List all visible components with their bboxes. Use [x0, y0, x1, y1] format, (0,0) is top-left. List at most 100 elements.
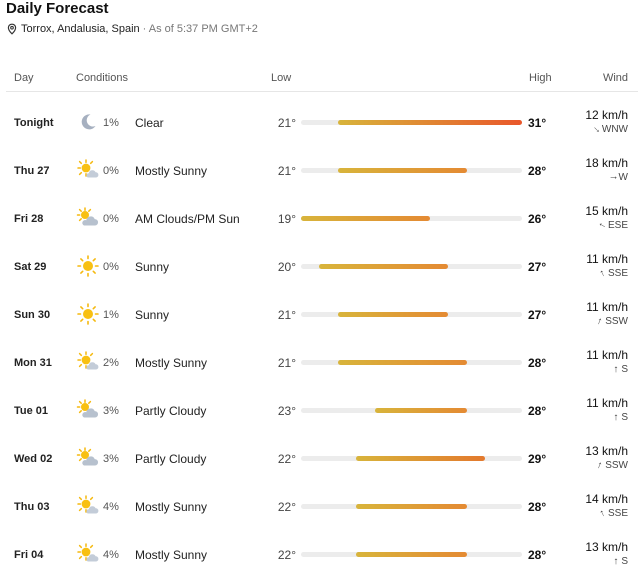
location-pin-icon [7, 23, 17, 35]
wind-speed: 11 km/h [586, 252, 628, 266]
wind-speed: 11 km/h [586, 348, 628, 362]
precip-chance: 1% [103, 309, 119, 321]
wind-direction: ↑ SSE [597, 507, 628, 520]
low-temp: 21° [277, 356, 296, 370]
cloud-sun-icon [76, 398, 100, 422]
temp-range-track [301, 168, 522, 173]
wind-arrow-icon: ↑ [597, 507, 608, 520]
wind-arrow-icon: ↑ [590, 123, 603, 136]
temp-range-track [301, 504, 522, 509]
column-header-day: Day [14, 72, 34, 84]
condition-text: Mostly Sunny [135, 500, 208, 514]
wind-arrow-icon: ↑ [595, 315, 604, 328]
temp-range-track [301, 216, 522, 221]
sun-icon [76, 254, 100, 278]
wind-speed: 11 km/h [586, 300, 628, 314]
wind-arrow-icon: ↑ [607, 175, 619, 180]
precip-chance: 0% [103, 261, 119, 273]
forecast-row[interactable]: Thu 03 4% Mostly Sunny 22° 28° 14 km/h ↑ SSE [0, 487, 640, 535]
temp-range-bar [356, 552, 467, 557]
wind-direction-label: SSW [605, 460, 628, 471]
forecast-row[interactable]: Wed 02 3% Partly Cloudy 22° 29° 13 km/h ↑ SSW [0, 439, 640, 487]
wind-speed: 13 km/h [585, 540, 628, 554]
sun-icon [76, 302, 100, 326]
condition-text: Clear [135, 116, 164, 130]
condition-text: Mostly Sunny [135, 356, 208, 370]
temp-range-track [301, 360, 522, 365]
wind-direction-label: S [621, 364, 628, 375]
temp-range-bar [374, 408, 467, 413]
wind-speed: 11 km/h [586, 396, 628, 410]
low-temp: 21° [277, 164, 296, 178]
wind-direction-label: SSW [605, 316, 628, 327]
wind-speed: 15 km/h [585, 204, 628, 218]
column-header-conditions: Conditions [76, 72, 128, 84]
wind-direction-label: SSE [607, 508, 628, 519]
forecast-row[interactable]: Tue 01 3% Partly Cloudy 23° 28° 11 km/h ↑ S [0, 391, 640, 439]
temp-range-bar [356, 456, 486, 461]
sun-cloud-icon [76, 158, 100, 182]
page-title: Daily Forecast [6, 0, 109, 17]
location-name[interactable]: Torrox, Andalusia, Spain [21, 23, 140, 35]
temp-range-bar [301, 216, 430, 221]
location-line: Torrox, Andalusia, Spain · As of 5:37 PM… [6, 23, 258, 35]
wind-arrow-icon: ↑ [597, 267, 608, 280]
temp-range-bar [337, 360, 467, 365]
high-temp: 27° [528, 308, 547, 322]
day-label: Fri 28 [14, 213, 44, 225]
cloud-sun-icon [76, 206, 100, 230]
high-temp: 28° [528, 500, 547, 514]
high-temp: 31° [528, 116, 547, 130]
wind-speed: 14 km/h [585, 492, 628, 506]
forecast-row[interactable]: Fri 28 0% AM Clouds/PM Sun 19° 26° 15 km/h ↑ ES… [0, 199, 640, 247]
day-label: Thu 03 [14, 501, 50, 513]
wind-direction-label: S [621, 412, 628, 423]
forecast-row[interactable]: Tonight 1% Clear 21° 31° 12 km/h ↑ WNW [0, 103, 640, 151]
day-label: Mon 31 [14, 357, 52, 369]
wind-direction: ↑ SSW [595, 459, 628, 472]
temp-range-track [301, 552, 522, 557]
condition-text: Partly Cloudy [135, 452, 207, 466]
wind-direction-label: ESE [607, 220, 628, 231]
low-temp: 22° [277, 452, 296, 466]
forecast-row[interactable]: Mon 31 2% Mostly Sunny 21° 28° 11 km/h ↑ S [0, 343, 640, 391]
low-temp: 22° [277, 548, 296, 562]
forecast-row[interactable]: Sun 30 1% Sunny 21° 27° 11 km/h ↑ SSW [0, 295, 640, 343]
temp-range-track [301, 408, 522, 413]
precip-chance: 4% [103, 549, 119, 561]
day-label: Tonight [14, 117, 54, 129]
precip-chance: 3% [103, 405, 119, 417]
temp-range-track [301, 456, 522, 461]
low-temp: 20° [277, 260, 296, 274]
wind-direction: ↑ S [613, 556, 628, 567]
wind-arrow-icon: ↑ [595, 459, 604, 472]
forecast-row[interactable]: Sat 29 0% Sunny 20° 27° 11 km/h ↑ SSE [0, 247, 640, 295]
forecast-row[interactable]: Thu 27 0% Mostly Sunny 21° 28° 18 km/h ↑ W [0, 151, 640, 199]
low-temp: 21° [277, 116, 296, 130]
wind-arrow-icon: ↑ [613, 556, 619, 567]
wind-direction-label: WNW [601, 124, 628, 135]
high-temp: 26° [528, 212, 547, 226]
high-temp: 28° [528, 356, 547, 370]
wind-direction: ↑ SSW [595, 315, 628, 328]
day-label: Wed 02 [14, 453, 53, 465]
wind-arrow-icon: ↑ [613, 412, 619, 423]
sun-cloud-icon [76, 542, 100, 566]
day-label: Thu 27 [14, 165, 50, 177]
column-header-low: Low [271, 72, 292, 84]
wind-speed: 18 km/h [585, 156, 628, 170]
low-temp: 21° [277, 308, 296, 322]
precip-chance: 3% [103, 453, 119, 465]
high-temp: 27° [528, 260, 547, 274]
temp-range-bar [319, 264, 449, 269]
precip-chance: 0% [103, 213, 119, 225]
column-header-high: High [529, 72, 552, 84]
forecast-row[interactable]: Fri 04 4% Mostly Sunny 22° 28° 13 km/h ↑ S [0, 535, 640, 583]
high-temp: 29° [528, 452, 547, 466]
wind-speed: 13 km/h [585, 444, 628, 458]
low-temp: 22° [277, 500, 296, 514]
condition-text: Mostly Sunny [135, 548, 208, 562]
high-temp: 28° [528, 404, 547, 418]
precip-chance: 4% [103, 501, 119, 513]
wind-arrow-icon: ↑ [596, 220, 609, 231]
